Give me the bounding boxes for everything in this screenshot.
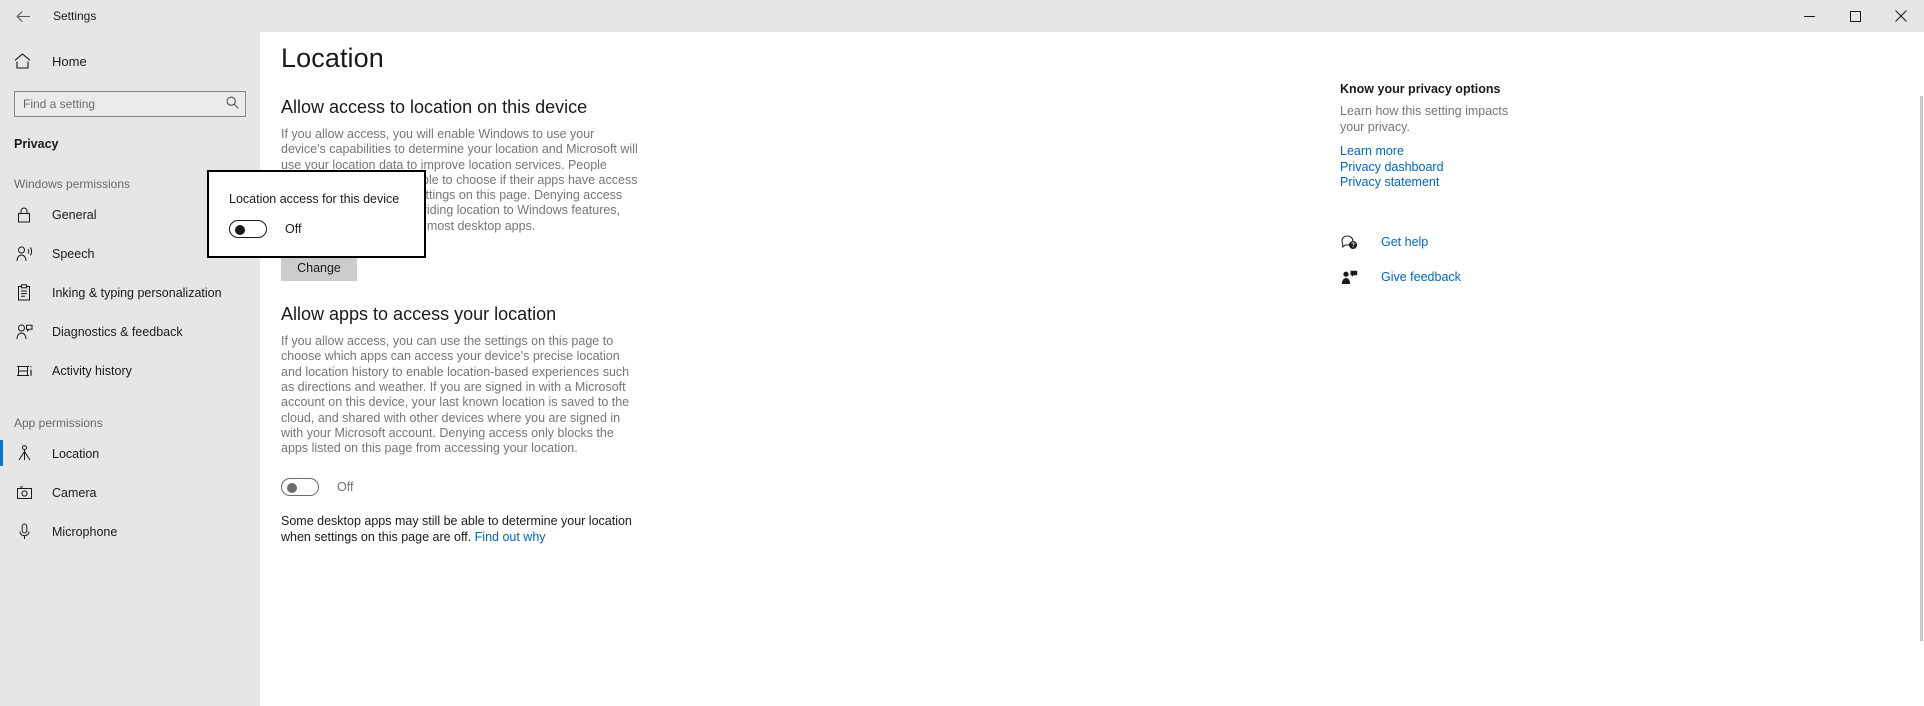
sidebar-item-general-label: General — [52, 207, 97, 222]
device-location-toggle-row[interactable]: Off — [229, 220, 424, 238]
toggle-knob — [287, 483, 297, 494]
sidebar-item-speech-label: Speech — [52, 246, 95, 261]
vertical-scrollbar[interactable] — [1918, 32, 1924, 706]
desktop-apps-note-text: Some desktop apps may still be able to d… — [281, 514, 632, 544]
person-feedback-icon — [14, 324, 34, 340]
back-button[interactable] — [0, 0, 46, 32]
title-bar: Settings — [0, 0, 1924, 32]
popup-title: Location access for this device — [229, 192, 400, 206]
privacy-options-links: Learn more Privacy dashboard Privacy sta… — [1340, 144, 1610, 191]
apps-location-toggle-label: Off — [337, 480, 354, 495]
privacy-options-text: Learn how this setting impacts your priv… — [1340, 104, 1509, 134]
find-out-why-link[interactable]: Find out why — [475, 530, 546, 544]
device-location-toggle-label: Off — [285, 222, 302, 236]
section-heading-allow-access-device: Allow access to location on this device — [281, 97, 588, 117]
close-icon — [1895, 10, 1907, 22]
learn-more-link[interactable]: Learn more — [1340, 144, 1610, 160]
sidebar-item-inking-typing-personalization[interactable]: Inking & typing personalization — [0, 273, 260, 312]
minimize-icon — [1803, 15, 1815, 17]
minimize-button[interactable] — [1786, 0, 1832, 32]
main-content: Location Allow access to location on thi… — [260, 32, 1924, 706]
privacy-dashboard-link[interactable]: Privacy dashboard — [1340, 160, 1610, 176]
location-pin-icon — [14, 445, 34, 462]
speech-icon — [14, 246, 34, 262]
arrow-left-icon — [16, 10, 30, 22]
sidebar-item-microphone[interactable]: Microphone — [0, 512, 260, 551]
privacy-statement-link[interactable]: Privacy statement — [1340, 175, 1610, 191]
settings-window: Settings Home Find a setting Privacy Win… — [0, 0, 1924, 706]
sidebar-item-activity-history[interactable]: Activity history — [0, 351, 260, 390]
sidebar-group-header-app-permissions: App permissions — [14, 416, 103, 430]
sidebar-item-microphone-label: Microphone — [52, 524, 118, 539]
close-button[interactable] — [1878, 0, 1924, 32]
scrollbar-thumb[interactable] — [1920, 96, 1923, 641]
microphone-icon — [14, 523, 34, 540]
window-controls — [1786, 0, 1924, 32]
title-bar-left: Settings — [0, 0, 320, 32]
privacy-options-panel: Know your privacy options Learn how this… — [1340, 82, 1610, 300]
get-help-label: Get help — [1381, 235, 1429, 249]
section-body-allow-apps-location: If you allow access, you can use the set… — [281, 334, 630, 456]
give-feedback-action[interactable]: Give feedback — [1340, 265, 1610, 290]
search-input[interactable] — [14, 91, 246, 117]
feedback-icon — [1340, 270, 1358, 285]
sidebar: Home Privacy Windows permissions General — [0, 32, 260, 706]
clipboard-pen-icon — [14, 284, 34, 301]
apps-location-toggle-row[interactable]: Off — [281, 478, 1924, 497]
maximize-icon — [1849, 10, 1861, 22]
maximize-button[interactable] — [1832, 0, 1878, 32]
app-title: Settings — [53, 9, 97, 23]
sidebar-item-home[interactable]: Home — [0, 42, 260, 80]
apps-location-toggle[interactable] — [281, 478, 319, 497]
sidebar-item-home-label: Home — [52, 53, 87, 69]
give-feedback-label: Give feedback — [1381, 270, 1461, 284]
help-icon — [1340, 234, 1358, 250]
sidebar-item-camera-label: Camera — [52, 485, 97, 500]
home-icon — [14, 53, 36, 69]
sidebar-item-inking-typing-personalization-label: Inking & typing personalization — [52, 285, 222, 300]
get-help-action[interactable]: Get help — [1340, 230, 1610, 255]
device-location-toggle[interactable] — [229, 220, 267, 238]
section-heading-allow-apps-location: Allow apps to access your location — [281, 304, 557, 325]
sidebar-item-camera[interactable]: Camera — [0, 473, 260, 512]
sidebar-section-title: Privacy — [14, 137, 59, 151]
sidebar-item-location[interactable]: Location — [0, 434, 260, 473]
location-access-popup: Location access for this device Off — [207, 170, 426, 258]
sidebar-item-diagnostics-feedback-label: Diagnostics & feedback — [52, 324, 183, 339]
privacy-options-title: Know your privacy options — [1340, 82, 1501, 96]
desktop-apps-note: Some desktop apps may still be able to d… — [281, 514, 639, 545]
sidebar-item-activity-history-label: Activity history — [52, 363, 132, 378]
activity-history-icon — [14, 363, 34, 379]
change-button[interactable]: Change — [281, 254, 357, 282]
camera-icon — [14, 486, 34, 500]
sidebar-item-diagnostics-feedback[interactable]: Diagnostics & feedback — [0, 312, 260, 351]
toggle-knob — [235, 225, 245, 235]
lock-icon — [14, 206, 34, 223]
sidebar-item-location-label: Location — [52, 446, 100, 461]
search-box[interactable] — [14, 91, 246, 117]
support-actions: Get help Give feedback — [1340, 230, 1610, 290]
search-icon[interactable] — [226, 96, 239, 114]
page-title: Location — [281, 43, 384, 73]
